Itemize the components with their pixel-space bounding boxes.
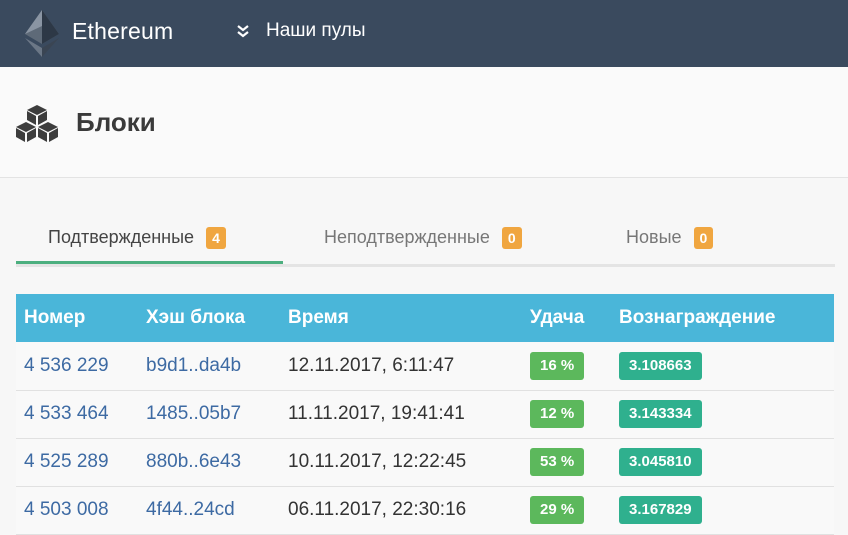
reward-badge: 3.108663 bbox=[619, 351, 702, 380]
tab-unconfirmed[interactable]: Неподтвержденные 0 bbox=[324, 218, 594, 261]
page-title: Блоки bbox=[76, 107, 156, 137]
reward-cell: 3.045810 bbox=[611, 438, 834, 486]
double-chevron-down-icon bbox=[237, 25, 249, 38]
block-hash-link[interactable]: 4f44..24cd bbox=[138, 486, 280, 534]
block-time: 10.11.2017, 12:22:45 bbox=[288, 451, 467, 472]
luck-badge: 29 % bbox=[530, 496, 585, 524]
header-time[interactable]: Время bbox=[280, 294, 522, 342]
luck-badge: 16 % bbox=[530, 351, 585, 380]
block-number-link[interactable]: 4 536 229 bbox=[16, 342, 138, 390]
block-hash-link[interactable]: b9d1..da4b bbox=[138, 342, 280, 390]
tab-confirmed-label: Подтвержденные bbox=[48, 227, 195, 247]
luck-badge: 12 % bbox=[530, 400, 585, 428]
block-hash-link[interactable]: 1485..05b7 bbox=[138, 390, 280, 438]
header-hash[interactable]: Хэш блока bbox=[138, 294, 280, 342]
block-number-link[interactable]: 4 525 289 bbox=[16, 438, 138, 486]
blocks-table: Номер Хэш блока Время Удача Вознагражден… bbox=[16, 294, 834, 535]
block-number-link[interactable]: 4 533 464 bbox=[16, 390, 138, 438]
tab-new-count: 0 bbox=[693, 227, 714, 249]
block-time: 11.11.2017, 19:41:41 bbox=[288, 403, 465, 424]
tab-new-label: Новые bbox=[626, 227, 682, 247]
reward-cell: 3.167829 bbox=[611, 486, 834, 534]
luck-cell: 29 % bbox=[522, 486, 611, 534]
table-row: 4 536 229 b9d1..da4b 12.11.2017, 6:11:47… bbox=[16, 342, 834, 390]
block-number-link[interactable]: 4 503 008 bbox=[16, 486, 138, 534]
luck-cell: 53 % bbox=[522, 438, 611, 486]
tab-unconfirmed-label: Неподтвержденные bbox=[324, 227, 490, 247]
block-hash-link[interactable]: 880b..6e43 bbox=[138, 438, 280, 486]
block-time: 12.11.2017, 6:11:47 bbox=[288, 354, 455, 376]
cubes-icon bbox=[16, 105, 58, 142]
ethereum-logo-icon[interactable] bbox=[25, 10, 59, 57]
table-row: 4 525 289 880b..6e43 10.11.2017, 12:22:4… bbox=[16, 438, 834, 486]
reward-cell: 3.108663 bbox=[611, 342, 834, 390]
luck-cell: 12 % bbox=[522, 390, 611, 438]
top-navbar: Ethereum Наши пулы bbox=[0, 0, 848, 67]
table-row: 4 533 464 1485..05b7 11.11.2017, 19:41:4… bbox=[16, 390, 834, 438]
header-number[interactable]: Номер bbox=[16, 294, 138, 342]
luck-cell: 16 % bbox=[522, 342, 611, 390]
header-reward[interactable]: Вознаграждение bbox=[611, 294, 834, 342]
reward-cell: 3.143334 bbox=[611, 390, 834, 438]
block-tabs: Подтвержденные 4 Неподтвержденные 0 Новы… bbox=[16, 218, 835, 267]
table-header-row: Номер Хэш блока Время Удача Вознагражден… bbox=[16, 294, 834, 342]
reward-badge: 3.143334 bbox=[619, 400, 702, 428]
header-luck[interactable]: Удача bbox=[522, 294, 611, 342]
tab-new[interactable]: Новые 0 bbox=[626, 218, 766, 261]
reward-badge: 3.167829 bbox=[619, 496, 702, 524]
tab-confirmed[interactable]: Подтвержденные 4 bbox=[16, 218, 283, 264]
table-row: 4 503 008 4f44..24cd 06.11.2017, 22:30:1… bbox=[16, 486, 834, 534]
luck-badge: 53 % bbox=[530, 448, 585, 476]
nav-our-pools[interactable]: Наши пулы bbox=[236, 20, 366, 42]
nav-our-pools-label: Наши пулы bbox=[266, 20, 366, 41]
tab-unconfirmed-count: 0 bbox=[501, 227, 522, 249]
brand-name[interactable]: Ethereum bbox=[72, 18, 173, 45]
page-header: Блоки bbox=[0, 67, 848, 178]
reward-badge: 3.045810 bbox=[619, 448, 702, 476]
tab-confirmed-count: 4 bbox=[206, 227, 226, 249]
block-time: 06.11.2017, 22:30:16 bbox=[288, 499, 467, 520]
